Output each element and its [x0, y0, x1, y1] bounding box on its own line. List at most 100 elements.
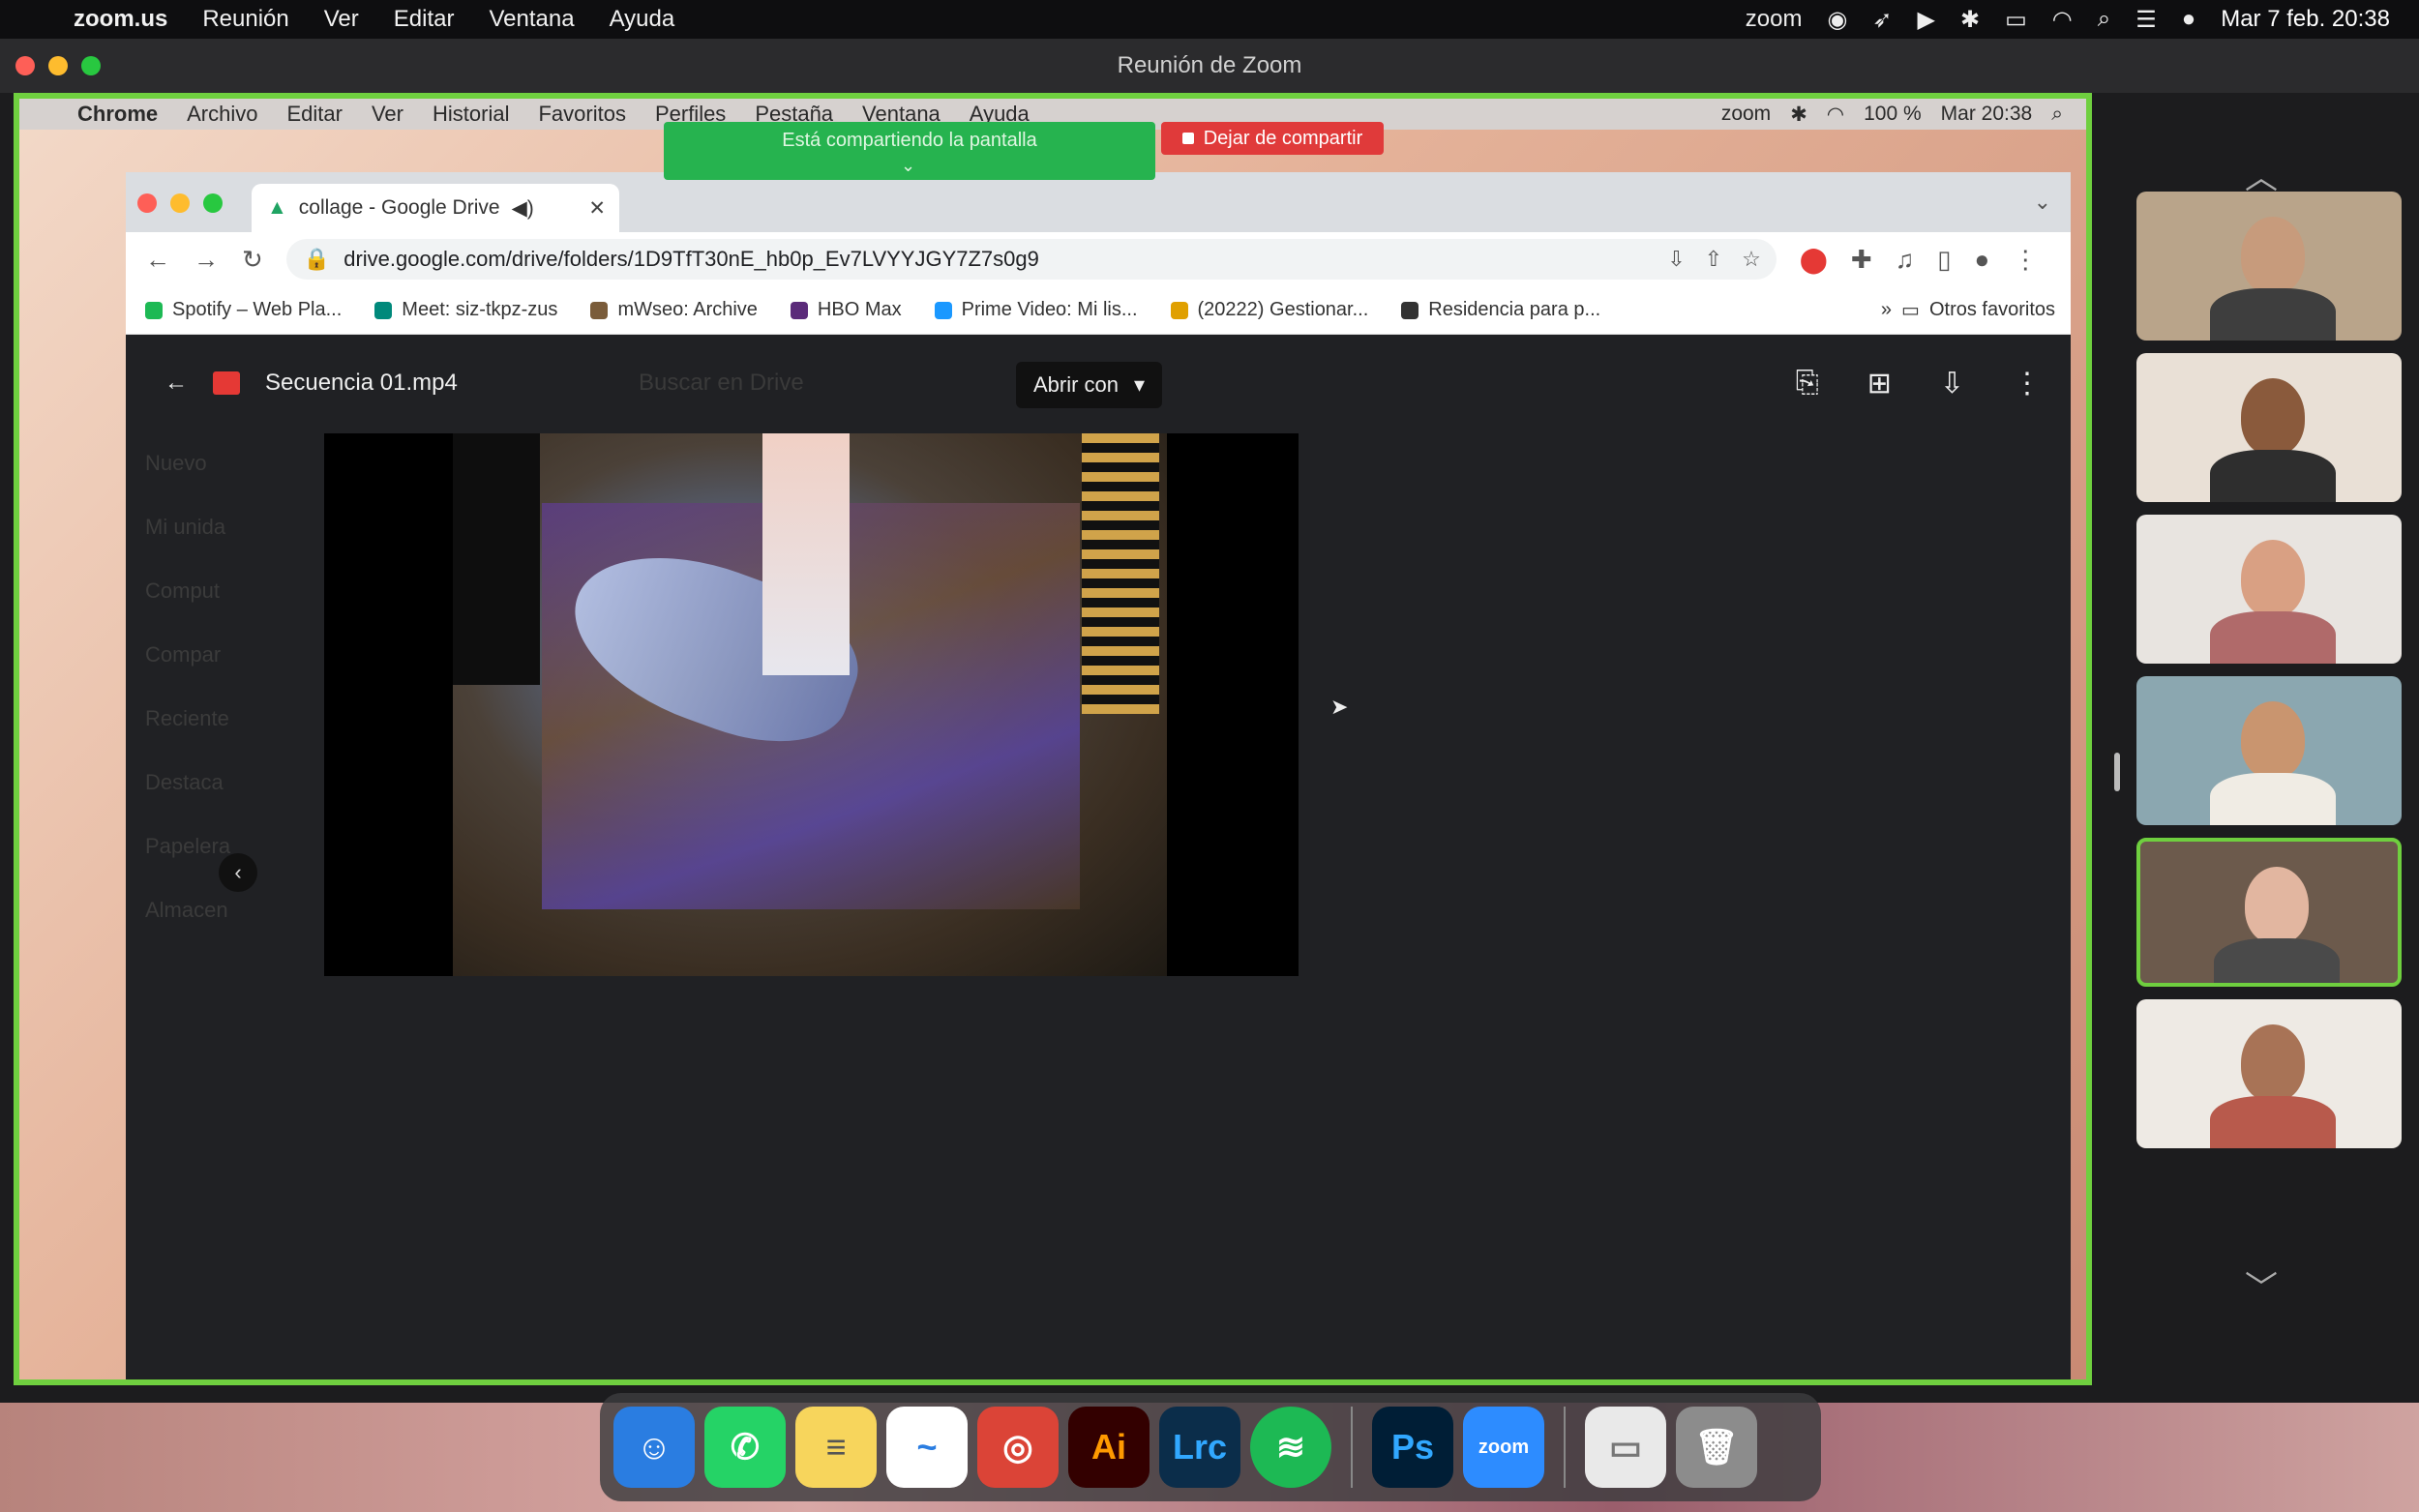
- shared-zoom-label: zoom: [1720, 103, 1772, 125]
- chrome-minimize-button: [170, 193, 190, 213]
- menu-ayuda[interactable]: Ayuda: [610, 6, 675, 33]
- chrome-menu-icon: ⋮: [2013, 244, 2039, 274]
- minimize-window-button[interactable]: [48, 56, 68, 75]
- trash-icon[interactable]: 🗑: [1676, 1407, 1757, 1488]
- mac-menubar: zoom.us Reunión Ver Editar Ventana Ayuda…: [0, 0, 2419, 39]
- participant-video-tile[interactable]: [2136, 999, 2402, 1148]
- menu-editar[interactable]: Editar: [394, 6, 455, 33]
- shared-menu-favoritos: Favoritos: [538, 102, 626, 126]
- participant-video-tile[interactable]: [2136, 676, 2402, 825]
- dim-nuevo: Nuevo: [145, 451, 207, 475]
- control-center-icon[interactable]: ☰: [2135, 6, 2157, 34]
- bookmark-hbo: HBO Max: [790, 299, 902, 321]
- spotify-icon: [145, 301, 163, 319]
- spotify-icon[interactable]: ≋: [1250, 1407, 1331, 1488]
- download-icon: ⇩: [1939, 367, 1964, 400]
- menu-app-name[interactable]: zoom.us: [74, 6, 167, 33]
- lightroom-classic-icon[interactable]: Lrc: [1159, 1407, 1240, 1488]
- search-icon[interactable]: ⌕: [2098, 6, 2110, 33]
- prime-icon: [934, 301, 952, 319]
- bluetooth-icon[interactable]: ✱: [1960, 6, 1980, 34]
- install-icon: ⇩: [1667, 247, 1686, 271]
- shared-menu-editar: Editar: [286, 102, 343, 126]
- zoom-titlebar: Reunión de Zoom: [0, 39, 2419, 93]
- bookmark-label: Meet: siz-tkpz-zus: [402, 299, 558, 320]
- video-file-icon: [213, 371, 240, 395]
- whatsapp-icon[interactable]: ✆: [704, 1407, 786, 1488]
- bookmark-label: Prime Video: Mi lis...: [961, 299, 1138, 320]
- siri-icon[interactable]: ●: [2182, 6, 2196, 33]
- lock-icon: 🔒: [303, 247, 331, 271]
- participant-body: [2210, 450, 2336, 502]
- bookmarks-bar: Spotify – Web Pla... Meet: siz-tkpz-zus …: [126, 286, 2071, 335]
- shared-battery-label: 100 %: [1864, 103, 1922, 125]
- illustrator-icon[interactable]: Ai: [1068, 1407, 1150, 1488]
- photoshop-icon[interactable]: Ps: [1372, 1407, 1453, 1488]
- finder-icon[interactable]: ☺: [613, 1407, 695, 1488]
- tab-close-icon: ✕: [588, 196, 606, 220]
- zoom-meeting-window: Reunión de Zoom Chrome Archivo Editar Ve…: [0, 39, 2419, 1403]
- menu-ventana[interactable]: Ventana: [489, 6, 574, 33]
- notes-icon[interactable]: ≡: [795, 1407, 877, 1488]
- tab-google-drive: ▲ collage - Google Drive ◀) ✕: [252, 184, 619, 232]
- menu-reunion[interactable]: Reunión: [202, 6, 288, 33]
- sharing-options-chevron-icon[interactable]: ⌄: [901, 156, 915, 176]
- participant-video-tile[interactable]: [2136, 515, 2402, 664]
- folder-icon: ▭: [1901, 300, 1920, 321]
- address-bar: 🔒 drive.google.com/drive/folders/1D9TfT3…: [285, 239, 1777, 280]
- stop-icon: [1181, 133, 1194, 144]
- participant-video-tile[interactable]: [2136, 192, 2402, 341]
- participant-video-tile-active-speaker[interactable]: [2136, 838, 2402, 987]
- participant-video-tile[interactable]: [2136, 353, 2402, 502]
- hbo-icon: [790, 301, 808, 319]
- shared-menu-historial: Historial: [433, 102, 510, 126]
- bookmark-archive: mWseo: Archive: [590, 299, 758, 321]
- media-icon: ♫: [1895, 244, 1915, 274]
- cursor-tool-icon[interactable]: ➶: [1872, 6, 1892, 34]
- close-window-button[interactable]: [15, 56, 35, 75]
- chrome-window: ▲ collage - Google Drive ◀) ✕ ⌄ ← → ↻ 🔒 …: [126, 172, 2071, 1379]
- battery-icon[interactable]: ▭: [2005, 6, 2027, 34]
- dock-separator: [1564, 1407, 1566, 1488]
- wifi-icon[interactable]: ◠: [2052, 6, 2073, 34]
- adblock-icon: ⬤: [1799, 244, 1828, 274]
- participant-body: [2210, 611, 2336, 664]
- extensions-icon: ✚: [1850, 244, 1872, 274]
- chrome-window-controls: [137, 193, 223, 213]
- window-controls: [15, 56, 101, 75]
- zoom-icon[interactable]: zoom: [1463, 1407, 1544, 1488]
- bookmark-meet: Meet: siz-tkpz-zus: [374, 299, 557, 321]
- more-actions-icon: ⋮: [2013, 367, 2042, 400]
- overflow-chevron-icon: »: [1880, 299, 1893, 320]
- participant-head: [2245, 867, 2309, 944]
- shared-menu-archivo: Archivo: [187, 102, 258, 126]
- sharing-banner-label: Está compartiendo la pantalla: [782, 130, 1037, 151]
- participant-head: [2241, 378, 2305, 456]
- shared-menu-app: Chrome: [77, 102, 159, 126]
- profile-avatar: ●: [1974, 244, 1990, 274]
- fullscreen-window-button[interactable]: [81, 56, 101, 75]
- sharing-banner[interactable]: Está compartiendo la pantalla ⌄: [664, 122, 1155, 180]
- participant-head: [2241, 1024, 2305, 1102]
- chrome-icon[interactable]: ◎: [977, 1407, 1059, 1488]
- drive-favicon-icon: ▲: [267, 196, 287, 219]
- menu-ver[interactable]: Ver: [324, 6, 359, 33]
- freeform-icon[interactable]: ~: [886, 1407, 968, 1488]
- shared-wifi-icon: ◠: [1826, 103, 1845, 126]
- zoom-window-title: Reunión de Zoom: [1117, 52, 1302, 78]
- camera-status-icon[interactable]: ◉: [1827, 6, 1847, 34]
- play-icon[interactable]: ▶: [1918, 6, 1935, 34]
- forward-arrow-icon: →: [194, 244, 219, 274]
- archive-icon: [590, 301, 609, 319]
- clock[interactable]: Mar 7 feb. 20:38: [2221, 6, 2390, 33]
- video-boot-right: [1082, 433, 1159, 714]
- file-name: Secuencia 01.mp4: [265, 370, 458, 396]
- stop-share-button[interactable]: Dejar de compartir: [1161, 122, 1384, 155]
- shared-time: Mar 20:38: [1940, 103, 2033, 125]
- gestionar-icon: [1170, 301, 1188, 319]
- preview-window-icon[interactable]: ▭: [1585, 1407, 1666, 1488]
- scroll-down-chevron-icon[interactable]: ﹀: [2245, 1261, 2278, 1309]
- shared-search-icon: ⌕: [2051, 103, 2063, 125]
- other-bookmarks: » ▭ Otros favoritos: [1881, 298, 2055, 322]
- zoom-status-label[interactable]: zoom: [1746, 6, 1803, 33]
